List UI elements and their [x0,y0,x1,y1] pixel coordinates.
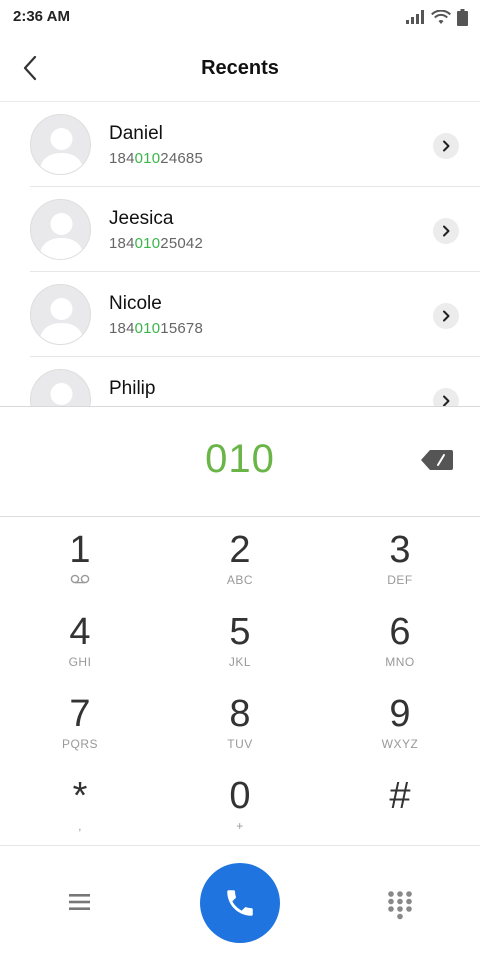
keypad: 1 2 ABC 3 DEF 4 GHI 5 JKL 6 MNO 7 PQRS 8… [0,517,480,845]
menu-button[interactable] [66,890,94,914]
number-prefix: 184 [109,150,135,167]
status-icons [405,7,468,27]
avatar [30,369,91,407]
chevron-right-icon [443,310,450,322]
key-letters: , [78,819,82,833]
key-digit: 3 [389,529,411,571]
contact-details-button[interactable] [433,133,459,159]
key-letters: PQRS [61,737,98,751]
key-3[interactable]: 3 DEF [320,517,480,599]
avatar [30,199,91,260]
key-letters: MNO [385,655,415,669]
dialpad-icon [388,891,412,920]
dialed-number: 010 [205,437,275,481]
key-digit: 8 [229,693,251,735]
signal-icon [406,10,424,24]
key-digit: 5 [229,611,251,653]
status-time: 2:36 AM [13,8,70,25]
contact-number: 18401024685 [109,150,203,167]
key-6[interactable]: 6 MNO [320,599,480,681]
key-4[interactable]: 4 GHI [0,599,160,681]
contact-details-button[interactable] [433,303,459,329]
key-digit: 0 [229,775,251,817]
key-digit: 7 [69,693,91,735]
bottom-bar [0,846,480,960]
key-digit: * [72,775,88,817]
menu-icon [69,894,90,910]
number-match-highlight: 010 [134,320,161,337]
key-5[interactable]: 5 JKL [160,599,320,681]
key-letters: ABC [226,573,254,587]
person-placeholder-icon [50,383,73,405]
key-letters: JKL [228,655,252,669]
key-letters: + [236,819,244,833]
wifi-icon [431,9,451,24]
avatar [30,284,91,345]
dial-display: 010 [0,407,480,516]
status-bar: 2:36 AM [0,0,480,34]
contact-name: Nicole [109,293,162,314]
key-digit: 4 [69,611,91,653]
key-9[interactable]: 9 WXYZ [320,681,480,763]
contact-number: 18401025042 [109,235,203,252]
avatar [30,114,91,175]
dialpad-toggle-button[interactable] [387,890,413,920]
contact-row-daniel[interactable]: Daniel 18401024685 [0,102,480,187]
backspace-icon [421,450,453,470]
chevron-right-icon [443,140,450,152]
person-placeholder-icon [39,213,84,259]
key-letters: TUV [227,737,253,751]
key-hash[interactable]: # [320,763,480,845]
key-letters: GHI [68,655,92,669]
key-digit: 2 [229,529,251,571]
contact-row-philip[interactable]: Philip [0,357,480,407]
number-match-highlight: 010 [134,235,161,252]
header: Recents [0,34,480,102]
key-star[interactable]: * , [0,763,160,845]
contact-number: 18401015678 [109,320,203,337]
key-digit: # [389,775,411,817]
key-letters [0,573,160,587]
contact-row-jeesica[interactable]: Jeesica 18401025042 [0,187,480,272]
person-placeholder-icon [39,298,84,344]
contact-name: Philip [109,378,156,399]
key-digit: 9 [389,693,411,735]
number-suffix: 24685 [160,150,203,167]
contact-name: Daniel [109,123,163,144]
contact-row-nicole[interactable]: Nicole 18401015678 [0,272,480,357]
key-letters: DEF [387,573,413,587]
battery-icon [457,8,468,26]
contact-details-button[interactable] [433,388,459,407]
contact-details-button[interactable] [433,218,459,244]
voicemail-icon [70,574,90,584]
number-prefix: 184 [109,235,135,252]
key-0[interactable]: 0 + [160,763,320,845]
phone-icon [227,890,253,916]
key-8[interactable]: 8 TUV [160,681,320,763]
key-digit: 1 [69,529,91,571]
key-letters: WXYZ [381,737,419,751]
key-digit: 6 [389,611,411,653]
number-suffix: 25042 [160,235,203,252]
key-7[interactable]: 7 PQRS [0,681,160,763]
number-match-highlight: 010 [134,150,161,167]
page-title: Recents [201,57,279,79]
recents-list[interactable]: Daniel 18401024685 Jeesica 18401025042 N… [0,102,480,407]
number-prefix: 184 [109,320,135,337]
backspace-button[interactable] [420,447,454,473]
call-button[interactable] [200,863,280,943]
chevron-right-icon [443,225,450,237]
contact-name: Jeesica [109,208,174,229]
person-placeholder-icon [39,128,84,174]
key-2[interactable]: 2 ABC [160,517,320,599]
number-suffix: 15678 [160,320,203,337]
key-1[interactable]: 1 [0,517,160,599]
